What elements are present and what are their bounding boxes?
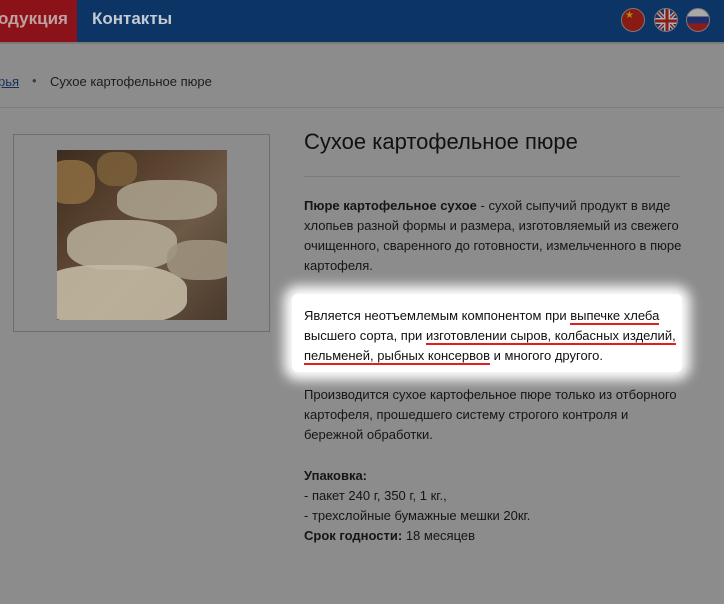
uk-flag-graphic	[655, 9, 677, 31]
intro-bold: Пюре картофельное сухое	[304, 198, 477, 213]
product-packaging: Упаковка: - пакет 240 г, 350 г, 1 кг., -…	[304, 466, 684, 546]
product-intro: Пюре картофельное сухое - сухой сыпучий …	[304, 196, 684, 276]
usage-text-3: и многого другого.	[490, 348, 603, 363]
breadcrumb-separator: •	[32, 73, 37, 88]
nav-item-contacts[interactable]: Контакты	[92, 9, 172, 29]
uk-flag-icon[interactable]	[654, 8, 678, 32]
usage-text-2: высшего сорта, при	[304, 328, 426, 343]
russia-flag-icon[interactable]	[686, 8, 710, 32]
product-title: Сухое картофельное пюре	[304, 129, 578, 154]
breadcrumb-parent-link[interactable]: рья	[0, 74, 19, 89]
usage-text-1: Является неотъемлемым компонентом при	[304, 308, 571, 323]
product-photo[interactable]	[57, 150, 227, 320]
packaging-line-2: - трехслойные бумажные мешки 20кг.	[304, 508, 531, 523]
shelf-life-value: 18 месяцев	[402, 528, 476, 543]
nav-separator	[0, 42, 724, 44]
china-flag-icon[interactable]: ★	[621, 8, 645, 32]
product-usage: Является неотъемлемым компонентом при вы…	[304, 306, 680, 366]
packaging-label: Упаковка:	[304, 468, 368, 483]
packaging-line-1: - пакет 240 г, 350 г, 1 кг.,	[304, 488, 447, 503]
top-nav: одукция Контакты ★	[0, 0, 724, 42]
content-divider	[0, 107, 724, 108]
usage-link-bread[interactable]: выпечке хлеба	[570, 308, 660, 325]
title-divider	[304, 176, 680, 177]
breadcrumb-current: Сухое картофельное пюре	[50, 74, 212, 89]
shelf-life-label: Срок годности:	[304, 528, 403, 543]
product-production: Производится сухое картофельное пюре тол…	[304, 387, 677, 442]
nav-item-products[interactable]: одукция	[0, 9, 68, 29]
